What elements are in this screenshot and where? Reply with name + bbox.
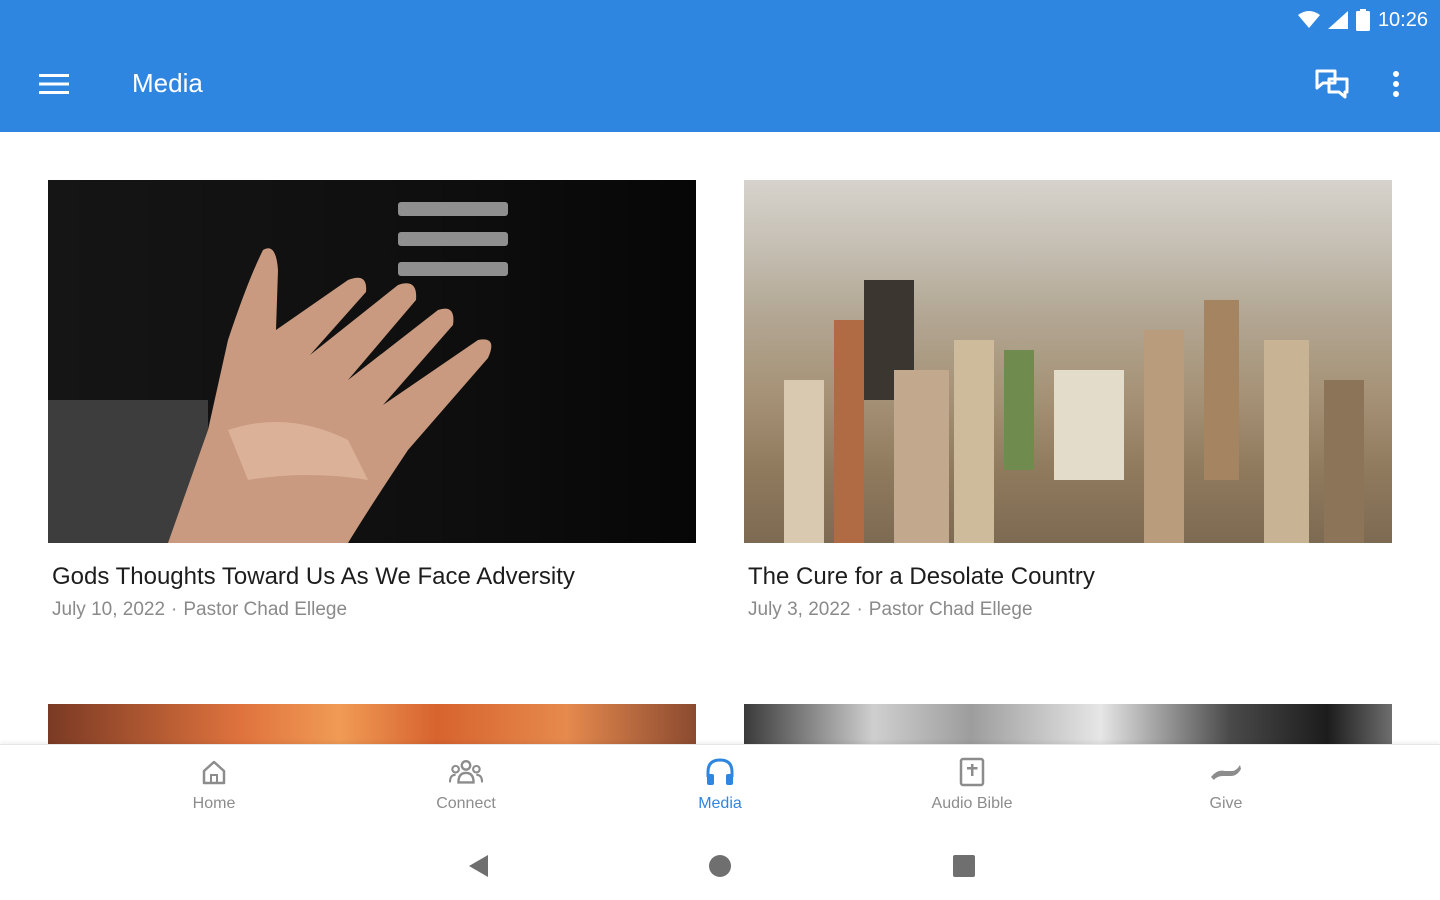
bible-icon — [955, 755, 989, 789]
chat-button[interactable] — [1312, 66, 1352, 106]
nav-label: Give — [1209, 795, 1243, 812]
nav-label: Audio Bible — [931, 795, 1013, 812]
give-icon — [1209, 755, 1243, 789]
headphones-icon — [703, 755, 737, 789]
media-speaker: Pastor Chad Ellege — [183, 599, 348, 620]
nav-audio-bible[interactable]: Audio Bible — [892, 755, 1052, 825]
nav-media[interactable]: Media — [640, 755, 800, 825]
app-bar: 10:26 Media — [0, 0, 1440, 132]
media-card[interactable]: The Cure for a Desolate Country July 3, … — [744, 180, 1392, 621]
battery-icon — [1355, 9, 1370, 31]
meta-separator: · — [171, 599, 178, 620]
home-icon — [197, 755, 231, 789]
status-time: 10:26 — [1377, 8, 1428, 31]
status-bar: 10:26 — [1297, 6, 1428, 34]
media-thumbnail — [48, 704, 696, 744]
system-recents-button[interactable] — [946, 850, 982, 886]
media-thumbnail — [48, 180, 696, 543]
media-screen: 10:26 Media Gods Thoughts Toward Us As W… — [0, 0, 1440, 900]
media-card[interactable] — [744, 704, 1392, 744]
system-home-button[interactable] — [702, 850, 738, 886]
chat-icon — [1315, 69, 1349, 104]
back-icon — [466, 853, 490, 884]
recents-icon — [953, 854, 975, 882]
people-icon — [449, 755, 483, 789]
bottom-navigation: Home Connect Media Audio Bible Give — [0, 744, 1440, 835]
nav-give[interactable]: Give — [1146, 755, 1306, 825]
menu-icon — [39, 72, 69, 101]
media-thumbnail — [744, 180, 1392, 543]
media-title: Gods Thoughts Toward Us As We Face Adver… — [52, 563, 575, 590]
nav-label: Connect — [436, 795, 496, 812]
media-thumbnail — [744, 704, 1392, 744]
media-card[interactable] — [48, 704, 696, 744]
signal-icon — [1327, 11, 1348, 29]
home-circle-icon — [708, 854, 732, 883]
menu-button[interactable] — [38, 70, 70, 102]
meta-separator: · — [856, 599, 863, 620]
wifi-icon — [1297, 11, 1320, 29]
page-title: Media — [132, 68, 203, 98]
system-navigation — [0, 834, 1440, 900]
media-date: July 3, 2022 — [748, 599, 851, 620]
media-title: The Cure for a Desolate Country — [748, 563, 1095, 590]
more-options-button[interactable] — [1376, 66, 1416, 106]
system-back-button[interactable] — [460, 850, 496, 886]
more-vert-icon — [1392, 70, 1400, 102]
media-meta: July 3, 2022 · Pastor Chad Ellege — [748, 599, 1392, 621]
nav-home[interactable]: Home — [134, 755, 294, 825]
media-date: July 10, 2022 — [52, 599, 166, 620]
media-meta: July 10, 2022 · Pastor Chad Ellege — [52, 599, 696, 621]
nav-connect[interactable]: Connect — [386, 755, 546, 825]
nav-label: Home — [192, 795, 236, 812]
nav-label: Media — [698, 795, 742, 812]
media-card[interactable]: Gods Thoughts Toward Us As We Face Adver… — [48, 180, 696, 621]
media-speaker: Pastor Chad Ellege — [868, 599, 1033, 620]
media-list: Gods Thoughts Toward Us As We Face Adver… — [0, 132, 1440, 744]
